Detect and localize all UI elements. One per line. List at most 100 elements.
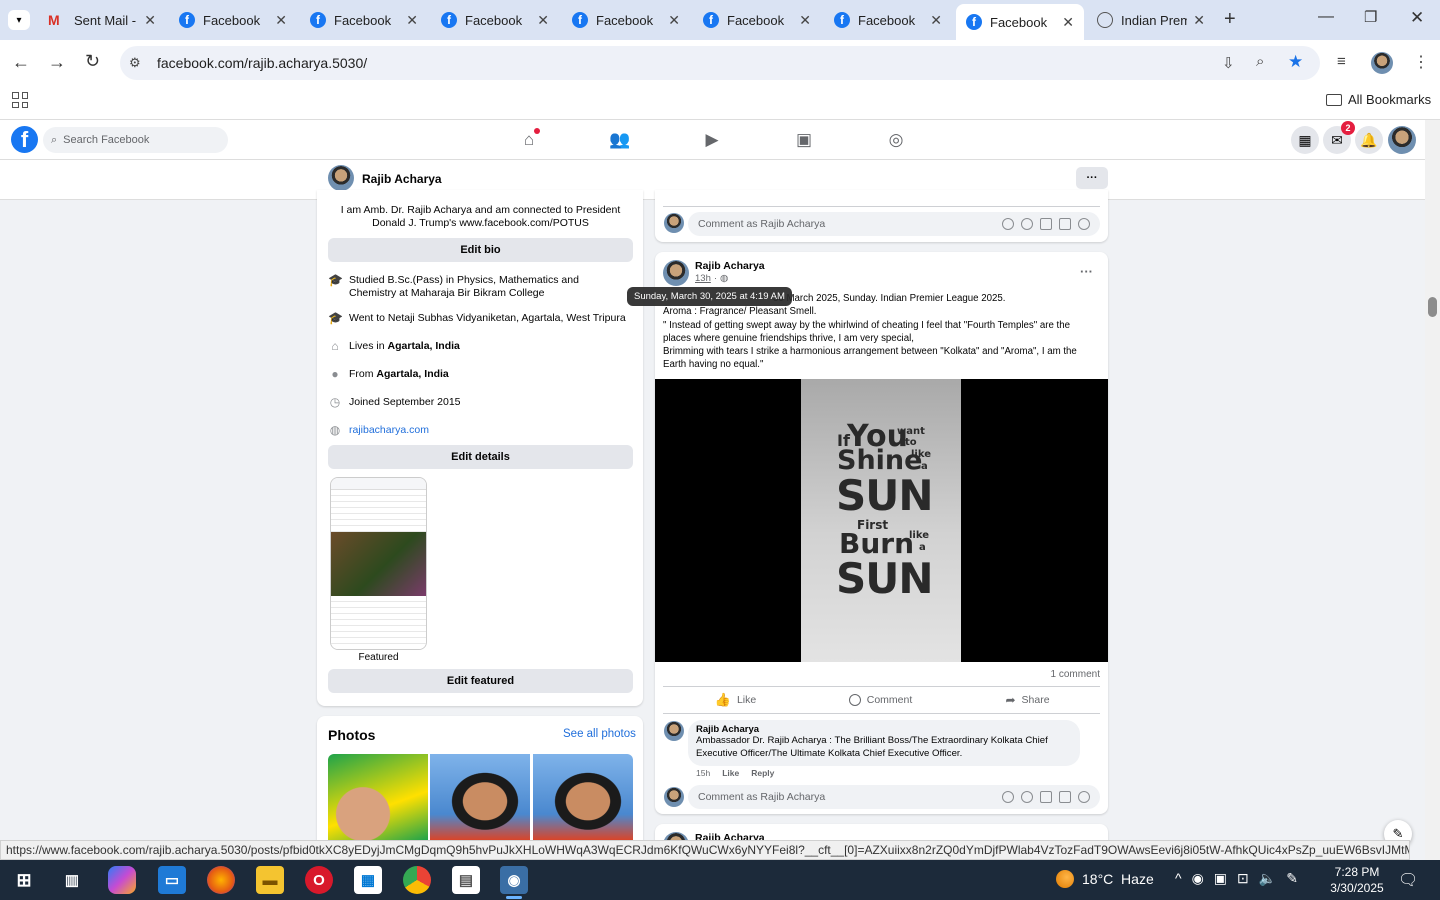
scrollbar-thumb[interactable]	[1428, 297, 1437, 317]
file-explorer-icon[interactable]: ▬	[256, 866, 284, 894]
friends-icon[interactable]: 👥	[606, 126, 634, 154]
comment-button[interactable]: Comment	[808, 690, 953, 710]
post-timestamp[interactable]: 13h · ◍	[695, 273, 728, 284]
edit-bio-button[interactable]: Edit bio	[328, 238, 633, 262]
comment-time[interactable]: 15h	[696, 768, 710, 778]
like-button[interactable]: 👍 Like	[663, 690, 808, 710]
notifications-bell-icon[interactable]: 🔔	[1355, 126, 1383, 154]
apps-grid-icon[interactable]	[12, 92, 28, 108]
emoji-icon[interactable]	[1021, 218, 1033, 230]
bookmark-star-icon[interactable]: ★	[1288, 52, 1303, 72]
post-author-name[interactable]: Rajib Acharya	[695, 260, 765, 272]
website-link[interactable]: rajibacharya.com	[349, 424, 429, 437]
post-author-avatar[interactable]	[663, 260, 689, 286]
task-view-icon[interactable]: ▥	[58, 866, 86, 894]
camera-icon[interactable]	[1040, 218, 1052, 230]
edit-details-button[interactable]: Edit details	[328, 445, 633, 469]
tab-search-button[interactable]: ▾	[8, 10, 30, 30]
comment-input[interactable]: Comment as Rajib Acharya	[688, 785, 1100, 809]
gif-icon[interactable]	[1059, 791, 1071, 803]
volume-icon[interactable]: 🔈	[1259, 870, 1276, 887]
notepad-icon[interactable]: ▤	[452, 866, 480, 894]
browser-tab[interactable]: f Facebook ✕	[693, 0, 821, 40]
comment-input[interactable]: Comment as Rajib Acharya	[688, 212, 1100, 236]
account-avatar[interactable]	[1388, 126, 1416, 154]
close-tab-icon[interactable]: ✕	[1062, 14, 1074, 31]
comment-author-avatar[interactable]	[664, 721, 684, 741]
edit-featured-button[interactable]: Edit featured	[328, 669, 633, 693]
url-text[interactable]: facebook.com/rajib.acharya.5030/	[157, 55, 367, 71]
comment-reply-link[interactable]: Reply	[751, 768, 774, 778]
browser-tab[interactable]: f Facebook ✕	[562, 0, 690, 40]
minimize-window-button[interactable]: —	[1318, 8, 1334, 26]
copilot-icon[interactable]	[108, 866, 136, 894]
browser-tab[interactable]: f Facebook ✕	[169, 0, 297, 40]
post-time-link[interactable]: 13h	[695, 273, 711, 284]
microsoft-store-icon[interactable]: ▦	[354, 866, 382, 894]
browser-tab[interactable]: M Sent Mail - ✕	[38, 0, 166, 40]
show-hidden-icons-chevron-up-icon[interactable]: ^	[1175, 870, 1182, 887]
all-bookmarks-button[interactable]: All Bookmarks	[1326, 92, 1431, 107]
zoom-icon[interactable]: ⌕	[1256, 53, 1264, 70]
firefox-icon[interactable]	[207, 866, 235, 894]
network-icon[interactable]: ⊡	[1237, 870, 1249, 887]
browser-tab[interactable]: f Facebook ✕	[300, 0, 428, 40]
photo-thumbnail[interactable]	[328, 754, 428, 840]
close-tab-icon[interactable]: ✕	[1193, 12, 1205, 29]
camera-icon[interactable]	[1040, 791, 1052, 803]
restore-window-button[interactable]: ❐	[1364, 8, 1377, 26]
avatar-sticker-icon[interactable]	[1002, 218, 1014, 230]
lives-place[interactable]: Agartala, India	[388, 340, 460, 353]
photo-thumbnail[interactable]	[430, 754, 530, 840]
back-button[interactable]: ←	[12, 52, 30, 73]
close-window-button[interactable]: ✕	[1410, 8, 1424, 28]
browser-tab[interactable]: f Facebook ✕	[824, 0, 952, 40]
featured-thumbnail[interactable]	[330, 477, 427, 650]
remote-desktop-icon[interactable]: ▭	[158, 866, 186, 894]
post-options-icon[interactable]: ···	[1080, 264, 1093, 279]
active-app-icon[interactable]: ◉	[500, 866, 528, 894]
browser-tab[interactable]: Indian Prem ✕	[1087, 0, 1215, 40]
from-place[interactable]: Agartala, India	[376, 368, 448, 381]
share-button[interactable]: ➦ Share	[955, 690, 1100, 710]
marketplace-icon[interactable]: ▣	[790, 126, 818, 154]
emoji-icon[interactable]	[1021, 791, 1033, 803]
record-icon[interactable]: ◉	[1192, 870, 1204, 887]
chrome-icon[interactable]	[403, 866, 431, 894]
meet-now-icon[interactable]: ▣	[1214, 870, 1227, 887]
browser-tab-active[interactable]: f Facebook ✕	[956, 4, 1084, 40]
opera-icon[interactable]: O	[305, 866, 333, 894]
profile-avatar[interactable]	[1371, 52, 1393, 74]
windows-start-icon[interactable]: ⊞	[10, 866, 38, 894]
facebook-search-input[interactable]: ⌕ Search Facebook	[43, 127, 228, 153]
avatar-sticker-icon[interactable]	[1002, 791, 1014, 803]
more-menu-icon[interactable]: ⋮	[1413, 52, 1429, 72]
page-scrollbar[interactable]	[1425, 120, 1440, 860]
close-tab-icon[interactable]: ✕	[537, 12, 549, 29]
browser-tab[interactable]: f Facebook ✕	[431, 0, 559, 40]
see-all-photos-link[interactable]: See all photos	[563, 728, 636, 740]
menu-grid-icon[interactable]: ▦	[1291, 126, 1319, 154]
new-tab-button[interactable]: +	[1224, 8, 1236, 31]
gif-icon[interactable]	[1059, 218, 1071, 230]
photo-thumbnail[interactable]	[533, 754, 633, 840]
close-tab-icon[interactable]: ✕	[799, 12, 811, 29]
profile-name[interactable]: Rajib Acharya	[362, 172, 442, 186]
clock[interactable]: 7:28 PM 3/30/2025	[1322, 864, 1392, 896]
facebook-logo-icon[interactable]: f	[11, 126, 38, 153]
weather-widget[interactable]: 18°C Haze	[1056, 870, 1154, 888]
sticker-icon[interactable]	[1078, 218, 1090, 230]
post-media[interactable]: You want to If Shine like a SUN First Bu…	[655, 379, 1108, 662]
close-tab-icon[interactable]: ✕	[275, 12, 287, 29]
sticker-icon[interactable]	[1078, 791, 1090, 803]
reload-button[interactable]: ↻	[85, 51, 100, 72]
comment-like-link[interactable]: Like	[722, 768, 739, 778]
close-tab-icon[interactable]: ✕	[144, 12, 156, 29]
video-icon[interactable]: ▶	[698, 126, 726, 154]
profile-avatar-small[interactable]	[328, 165, 354, 191]
close-tab-icon[interactable]: ✕	[406, 12, 418, 29]
pen-icon[interactable]: ✎	[1286, 870, 1298, 887]
close-tab-icon[interactable]: ✕	[668, 12, 680, 29]
install-app-icon[interactable]: ⇩	[1222, 54, 1235, 72]
notification-center-icon[interactable]: 🗨	[1398, 870, 1418, 890]
